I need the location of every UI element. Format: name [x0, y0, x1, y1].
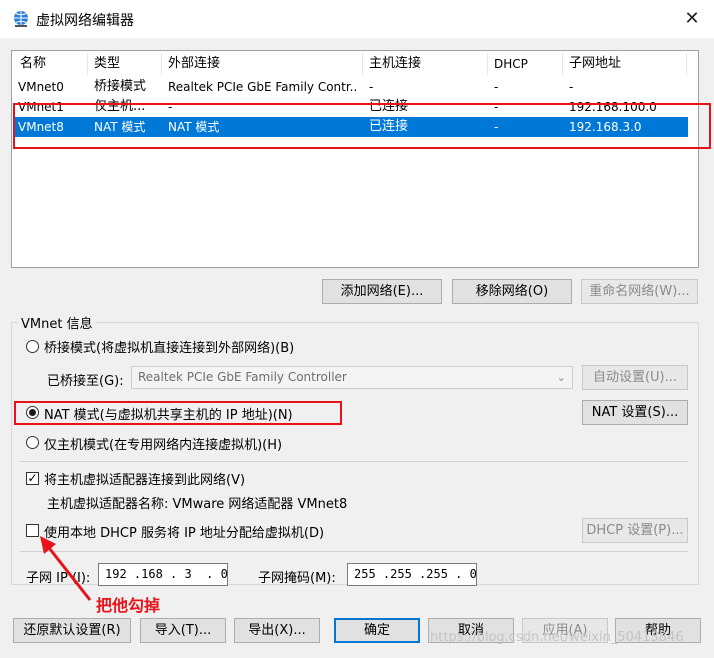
column-header-subnet[interactable]: 子网地址	[563, 53, 687, 75]
host-only-label[interactable]: 仅主机模式(在专用网络内连接虚拟机)(H)	[44, 434, 282, 453]
add-network-button[interactable]: 添加网络(E)...	[322, 279, 442, 304]
cell-name: VMnet0	[18, 80, 64, 94]
cell-external: Realtek PCIe GbE Family Contr...	[168, 80, 358, 94]
column-header-host[interactable]: 主机连接	[363, 53, 488, 75]
divider	[20, 551, 688, 552]
cell-type: 桥接模式	[94, 79, 147, 94]
table-row[interactable]: VMnet0 桥接模式 Realtek PCIe GbE Family Cont…	[14, 77, 688, 97]
cell-dhcp: -	[494, 80, 499, 94]
column-header-type[interactable]: 类型	[88, 53, 162, 75]
bridged-to-value: Realtek PCIe GbE Family Controller	[138, 370, 347, 384]
cell-host: -	[369, 80, 374, 94]
export-button[interactable]: 导出(X)...	[234, 618, 320, 643]
auto-settings-button[interactable]: 自动设置(U)...	[582, 365, 688, 390]
cell-subnet: -	[569, 80, 574, 94]
annotation-text: 把他勾掉	[96, 596, 161, 615]
subnet-mask-field[interactable]: 255 .255 .255 . 0	[347, 563, 477, 586]
bridged-to-label: 已桥接至(G):	[47, 374, 124, 389]
host-only-radio[interactable]	[26, 436, 39, 449]
annotation-arrow-icon	[40, 536, 92, 601]
highlight-box-nat	[14, 401, 342, 425]
dhcp-settings-button[interactable]: DHCP 设置(P)...	[582, 518, 688, 543]
window-title: 虚拟网络编辑器	[36, 13, 134, 29]
nat-settings-button[interactable]: NAT 设置(S)...	[582, 400, 688, 425]
connect-adapter-checkbox[interactable]: ✓	[26, 472, 39, 485]
highlight-box-vmnet-rows	[13, 103, 711, 149]
vmnet-info-group	[11, 322, 699, 585]
network-globe-icon	[14, 11, 28, 27]
bridged-to-select[interactable]: Realtek PCIe GbE Family Controller ⌄	[131, 366, 573, 389]
remove-network-button[interactable]: 移除网络(O)	[452, 279, 572, 304]
subnet-ip-field[interactable]: 192 .168 . 3 . 0	[98, 563, 228, 586]
group-label: VMnet 信息	[18, 313, 96, 332]
rename-network-button[interactable]: 重命名网络(W)...	[581, 279, 698, 304]
bridged-label[interactable]: 桥接模式(将虚拟机直接连接到外部网络)(B)	[44, 337, 294, 356]
import-button[interactable]: 导入(T)...	[140, 618, 226, 643]
network-table[interactable]: 名称 类型 外部连接 主机连接 DHCP 子网地址 VMnet0 桥接模式 Re…	[11, 50, 699, 268]
ok-button[interactable]: 确定	[334, 618, 420, 643]
connect-adapter-label[interactable]: 将主机虚拟适配器连接到此网络(V)	[44, 469, 245, 488]
close-icon[interactable]: ✕	[678, 6, 706, 32]
column-header-external[interactable]: 外部连接	[162, 53, 363, 75]
chevron-down-icon: ⌄	[556, 371, 566, 384]
restore-defaults-button[interactable]: 还原默认设置(R)	[13, 618, 131, 643]
adapter-name-label: 主机虚拟适配器名称: VMware 网络适配器 VMnet8	[47, 497, 348, 512]
watermark: https://blog.csdn.net/weixin_50413846	[430, 630, 684, 645]
subnet-mask-label: 子网掩码(M):	[258, 571, 336, 586]
column-header-name[interactable]: 名称	[14, 53, 88, 75]
column-header-dhcp[interactable]: DHCP	[488, 53, 563, 75]
divider	[20, 461, 688, 462]
bridged-radio[interactable]	[26, 340, 39, 353]
